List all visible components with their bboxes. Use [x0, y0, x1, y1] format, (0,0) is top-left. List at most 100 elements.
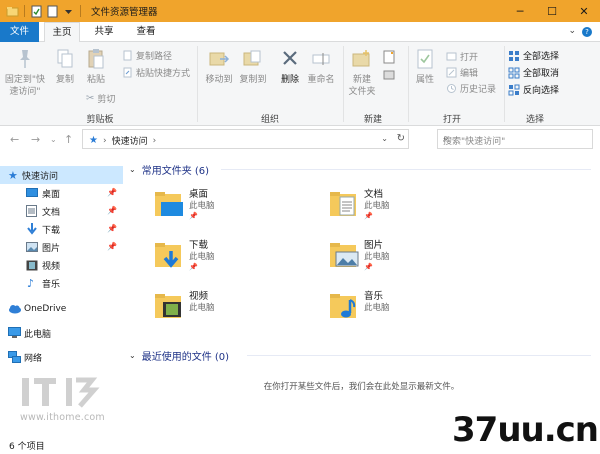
refresh-icon[interactable]: ↻ — [397, 133, 405, 144]
new-folder-icon — [352, 50, 370, 67]
nav-item-this-pc[interactable]: 此电脑 — [0, 324, 123, 342]
breadcrumb-quick-access[interactable]: 快速访问 — [112, 134, 148, 147]
tab-share[interactable]: 共享 — [86, 22, 122, 42]
picture-icon — [26, 242, 38, 252]
paste-shortcut-button[interactable]: 粘贴快捷方式 — [122, 66, 190, 79]
recent-locations-icon[interactable]: ⌄ — [50, 135, 57, 144]
easy-access-icon[interactable] — [382, 68, 396, 82]
downloads-folder-icon — [155, 243, 181, 268]
history-icon — [447, 84, 456, 93]
folder-location: 此电脑 — [189, 303, 215, 313]
edit-icon — [446, 67, 457, 78]
nav-item-music[interactable]: ♪ 音乐 — [0, 274, 123, 292]
select-all-button[interactable]: 全部选择 — [508, 49, 559, 62]
maximize-button[interactable]: ☐ — [536, 0, 568, 22]
watermark-url: www.ithome.com — [20, 412, 105, 423]
nav-item-quick-access[interactable]: ★ 快速访问 — [0, 166, 123, 184]
pin-icon[interactable]: 📌 — [107, 242, 117, 251]
frequent-folders-header[interactable]: ⌄ 常用文件夹 (6) — [129, 162, 209, 177]
close-button[interactable]: ✕ — [568, 0, 600, 22]
pin-icon[interactable]: 📌 — [107, 206, 117, 215]
select-all-icon — [509, 50, 519, 61]
nav-label: 快速访问 — [22, 171, 59, 182]
desktop-folder-icon — [155, 192, 183, 216]
move-to-button[interactable]: 移动到 — [202, 48, 236, 86]
folder-tile-pictures[interactable]: 图片 此电脑 📌 — [328, 237, 488, 279]
copy-path-button[interactable]: 复制路径 — [122, 49, 172, 62]
folder-tile-documents[interactable]: 文档 此电脑 📌 — [328, 186, 488, 228]
folder-tile-desktop[interactable]: 桌面 此电脑 📌 — [153, 186, 313, 228]
recent-files-header[interactable]: ⌄ 最近使用的文件 (0) — [129, 348, 229, 363]
delete-button[interactable]: 删除 — [276, 48, 304, 86]
nav-item-network[interactable]: 网络 — [0, 348, 123, 366]
back-arrow-icon[interactable]: ← — [10, 133, 19, 146]
ribbon-collapse-icon[interactable]: ⌄ — [568, 26, 576, 36]
open-button[interactable]: 打开 — [446, 50, 478, 63]
nav-item-documents[interactable]: 文档 📌 — [0, 202, 123, 220]
pin-icon — [20, 50, 30, 68]
properties-icon[interactable] — [30, 5, 43, 18]
pin-icon: 📌 — [364, 263, 373, 271]
breadcrumb-separator: › — [102, 135, 107, 146]
paste-shortcut-label: 粘贴快捷方式 — [136, 69, 191, 79]
folder-tile-music[interactable]: 音乐 此电脑 — [328, 288, 488, 330]
pin-icon[interactable]: 📌 — [107, 224, 117, 233]
copy-to-icon — [243, 50, 261, 66]
folder-tile-videos[interactable]: 视频 此电脑 — [153, 288, 313, 330]
folder-tile-downloads[interactable]: 下载 此电脑 📌 — [153, 237, 313, 279]
scissors-icon: ✂ — [86, 93, 95, 104]
properties-button[interactable]: 属性 — [410, 48, 440, 86]
nav-item-videos[interactable]: 视频 — [0, 256, 123, 274]
new-folder-icon[interactable] — [46, 5, 59, 18]
folder-name: 文档 — [364, 189, 384, 200]
section-divider — [221, 169, 591, 170]
folder-icon — [6, 6, 19, 16]
rename-button[interactable]: 重命名 — [304, 48, 338, 86]
search-input[interactable]: 搜索"快速访问" ⌕ — [437, 129, 593, 149]
help-icon[interactable]: ? — [582, 27, 592, 37]
minimize-button[interactable]: ─ — [504, 0, 536, 22]
folder-location: 此电脑 — [189, 201, 215, 211]
nav-item-pictures[interactable]: 图片 📌 — [0, 238, 123, 256]
pin-quick-access-button[interactable]: 固定到"快 速访问" — [4, 48, 46, 98]
nav-item-downloads[interactable]: 下载 📌 — [0, 220, 123, 238]
nav-label: 图片 — [42, 243, 61, 254]
open-label: 打开 — [460, 53, 479, 63]
forward-arrow-icon[interactable]: → — [31, 133, 40, 146]
pictures-folder-icon — [330, 243, 359, 267]
video-icon — [26, 260, 38, 270]
properties-icon — [417, 49, 433, 69]
breadcrumb-separator: › — [152, 135, 157, 146]
new-item-icon[interactable] — [382, 50, 396, 64]
new-folder-button[interactable]: 新建 文件夹 — [346, 48, 378, 98]
copy-to-button[interactable]: 复制到 — [236, 48, 270, 86]
chevron-down-icon[interactable] — [62, 5, 75, 18]
rename-label: 重命名 — [307, 75, 335, 85]
invert-selection-button[interactable]: 反向选择 — [508, 83, 559, 96]
select-none-button[interactable]: 全部取消 — [508, 66, 559, 79]
frequent-folders-heading: 常用文件夹 (6) — [141, 166, 210, 177]
tab-home[interactable]: 主页 — [44, 22, 80, 43]
nav-item-onedrive[interactable]: OneDrive — [0, 300, 123, 318]
address-bar[interactable]: ★ › 快速访问 › ⌄ ↻ — [82, 129, 409, 149]
address-dropdown-icon[interactable]: ⌄ — [381, 134, 388, 143]
nav-label: 网络 — [24, 353, 43, 364]
copy-button[interactable]: 复制 — [52, 48, 78, 86]
pin-icon[interactable]: 📌 — [107, 188, 117, 197]
history-label: 历史记录 — [460, 85, 497, 95]
history-button[interactable]: 历史记录 — [446, 82, 496, 95]
tab-file[interactable]: 文件 — [0, 22, 39, 42]
nav-label: 桌面 — [42, 189, 61, 200]
folder-name: 图片 — [364, 240, 384, 251]
cut-button[interactable]: ✂ 剪切 — [86, 92, 115, 105]
edit-button[interactable]: 编辑 — [446, 66, 478, 79]
paste-button[interactable]: 粘贴 — [83, 48, 109, 86]
content-pane: ⌄ 常用文件夹 (6) 桌面 此电脑 📌 文档 此电脑 📌 下载 此电脑 📌 图… — [123, 158, 600, 434]
separator — [80, 5, 81, 17]
paste-label: 粘贴 — [86, 75, 105, 85]
recent-empty-message: 在你打开某些文件后，我们会在此处显示最新文件。 — [263, 382, 460, 392]
tab-view[interactable]: 查看 — [128, 22, 164, 42]
folder-name: 下载 — [189, 240, 209, 251]
up-arrow-icon[interactable]: ↑ — [64, 133, 73, 146]
nav-item-desktop[interactable]: 桌面 📌 — [0, 184, 123, 202]
